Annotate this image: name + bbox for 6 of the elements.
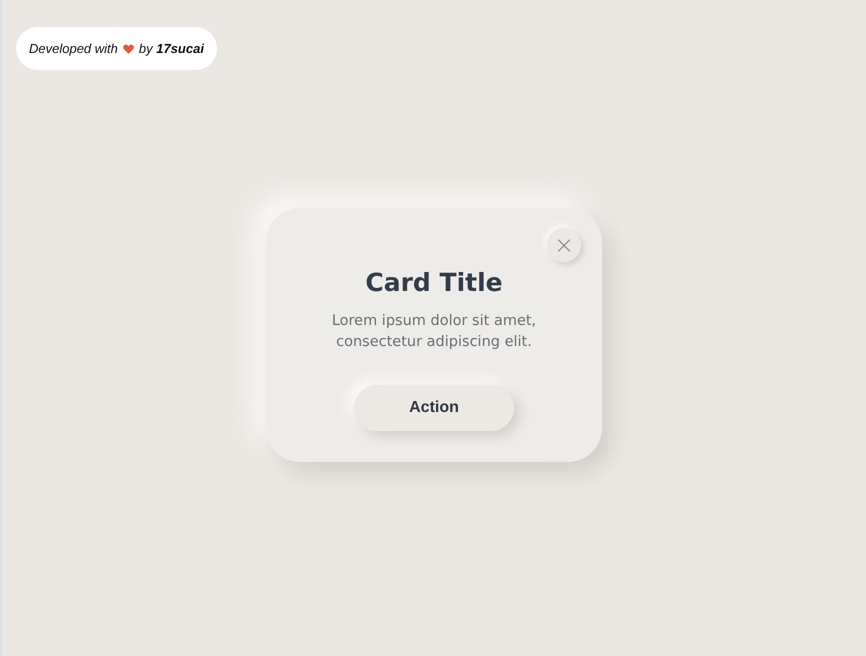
action-button[interactable]: Action — [354, 385, 514, 431]
heart-icon — [122, 44, 134, 54]
credit-text: by 17sucai — [138, 41, 204, 56]
card-title: Card Title — [365, 268, 503, 297]
credit-text: Developed with — [29, 41, 118, 56]
card-text: Lorem ipsum dolor sit amet, consectetur adipiscing elit. — [330, 312, 538, 352]
